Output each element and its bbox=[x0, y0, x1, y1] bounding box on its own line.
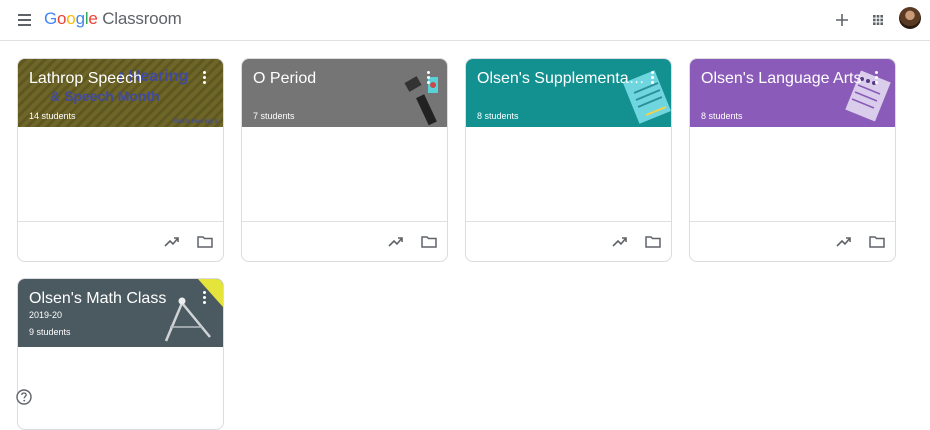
class-title[interactable]: Olsen's Language Arts bbox=[701, 70, 871, 88]
plus-icon[interactable] bbox=[830, 8, 854, 32]
trending-icon[interactable] bbox=[387, 233, 405, 251]
more-options-icon[interactable] bbox=[201, 290, 209, 306]
folder-icon[interactable] bbox=[644, 233, 662, 251]
product-name: Classroom bbox=[102, 9, 182, 28]
more-options-icon[interactable] bbox=[201, 70, 209, 86]
class-card[interactable]: r Hearing & Speech Month Better Hearing … bbox=[17, 58, 224, 262]
class-card[interactable]: O Period 7 students bbox=[241, 58, 448, 262]
class-card[interactable]: Olsen's Supplemental Reading 8 students bbox=[465, 58, 672, 262]
card-footer bbox=[466, 221, 671, 261]
card-footer bbox=[18, 221, 223, 261]
student-count: 8 students bbox=[701, 111, 743, 121]
banner-text: Better Hearing & bbox=[174, 119, 219, 125]
more-options-icon[interactable] bbox=[649, 70, 657, 86]
card-header: Olsen's Math Class 2019-20 9 students bbox=[18, 279, 223, 347]
class-card[interactable]: Olsen's Language Arts 8 students bbox=[689, 58, 896, 262]
trending-icon[interactable] bbox=[611, 233, 629, 251]
student-count: 7 students bbox=[253, 111, 295, 121]
google-wordmark: Google bbox=[44, 9, 98, 28]
class-title[interactable]: Olsen's Math Class bbox=[29, 290, 199, 308]
folder-icon[interactable] bbox=[420, 233, 438, 251]
class-title[interactable]: Lathrop Speech bbox=[29, 70, 199, 88]
more-options-icon[interactable] bbox=[873, 70, 881, 86]
card-footer bbox=[690, 221, 895, 261]
trending-icon[interactable] bbox=[163, 233, 181, 251]
banner-text: & Speech Month bbox=[50, 88, 160, 104]
class-title[interactable]: O Period bbox=[253, 70, 423, 88]
trending-icon[interactable] bbox=[835, 233, 853, 251]
student-count: 14 students bbox=[29, 111, 76, 121]
help-icon[interactable] bbox=[15, 388, 33, 406]
card-header: Olsen's Language Arts 8 students bbox=[690, 59, 895, 127]
folder-icon[interactable] bbox=[196, 233, 214, 251]
top-app-bar: Google Classroom bbox=[0, 0, 930, 41]
avatar[interactable] bbox=[899, 7, 921, 29]
more-options-icon[interactable] bbox=[425, 70, 433, 86]
app-logo[interactable]: Google Classroom bbox=[44, 9, 182, 29]
card-header: Olsen's Supplemental Reading 8 students bbox=[466, 59, 671, 127]
class-section: 2019-20 bbox=[29, 310, 63, 320]
class-title[interactable]: Olsen's Supplemental Reading bbox=[477, 70, 647, 88]
card-header: O Period 7 students bbox=[242, 59, 447, 127]
card-header: r Hearing & Speech Month Better Hearing … bbox=[18, 59, 223, 127]
apps-grid-icon[interactable] bbox=[866, 8, 890, 32]
class-card[interactable]: Olsen's Math Class 2019-20 9 students bbox=[17, 278, 224, 430]
menu-icon[interactable] bbox=[14, 8, 38, 32]
card-footer bbox=[242, 221, 447, 261]
student-count: 9 students bbox=[29, 327, 71, 337]
student-count: 8 students bbox=[477, 111, 519, 121]
folder-icon[interactable] bbox=[868, 233, 886, 251]
